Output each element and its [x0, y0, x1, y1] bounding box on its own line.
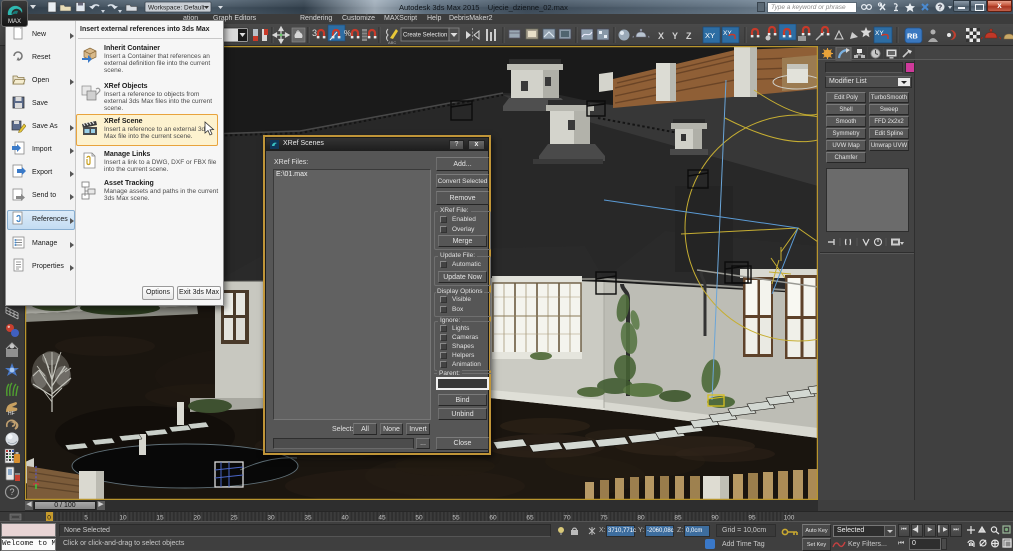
svg-text:XY: XY — [875, 30, 884, 37]
svg-text:HF: HF — [8, 411, 15, 417]
svg-text:RB: RB — [907, 32, 918, 41]
svg-text:%: % — [344, 29, 351, 38]
svg-text:Z: Z — [686, 31, 692, 41]
svg-text:?: ? — [938, 5, 942, 12]
svg-text:ABC: ABC — [388, 40, 396, 45]
svg-text:Workspace: Default: Workspace: Default — [148, 5, 205, 12]
svg-text:XY: XY — [705, 31, 715, 40]
svg-text:MAX: MAX — [8, 19, 21, 25]
svg-text:3: 3 — [312, 28, 317, 38]
svg-text:?: ? — [9, 487, 14, 497]
svg-text:XY: XY — [723, 30, 732, 37]
svg-text:Y: Y — [672, 31, 678, 41]
svg-text:X: X — [658, 31, 664, 41]
